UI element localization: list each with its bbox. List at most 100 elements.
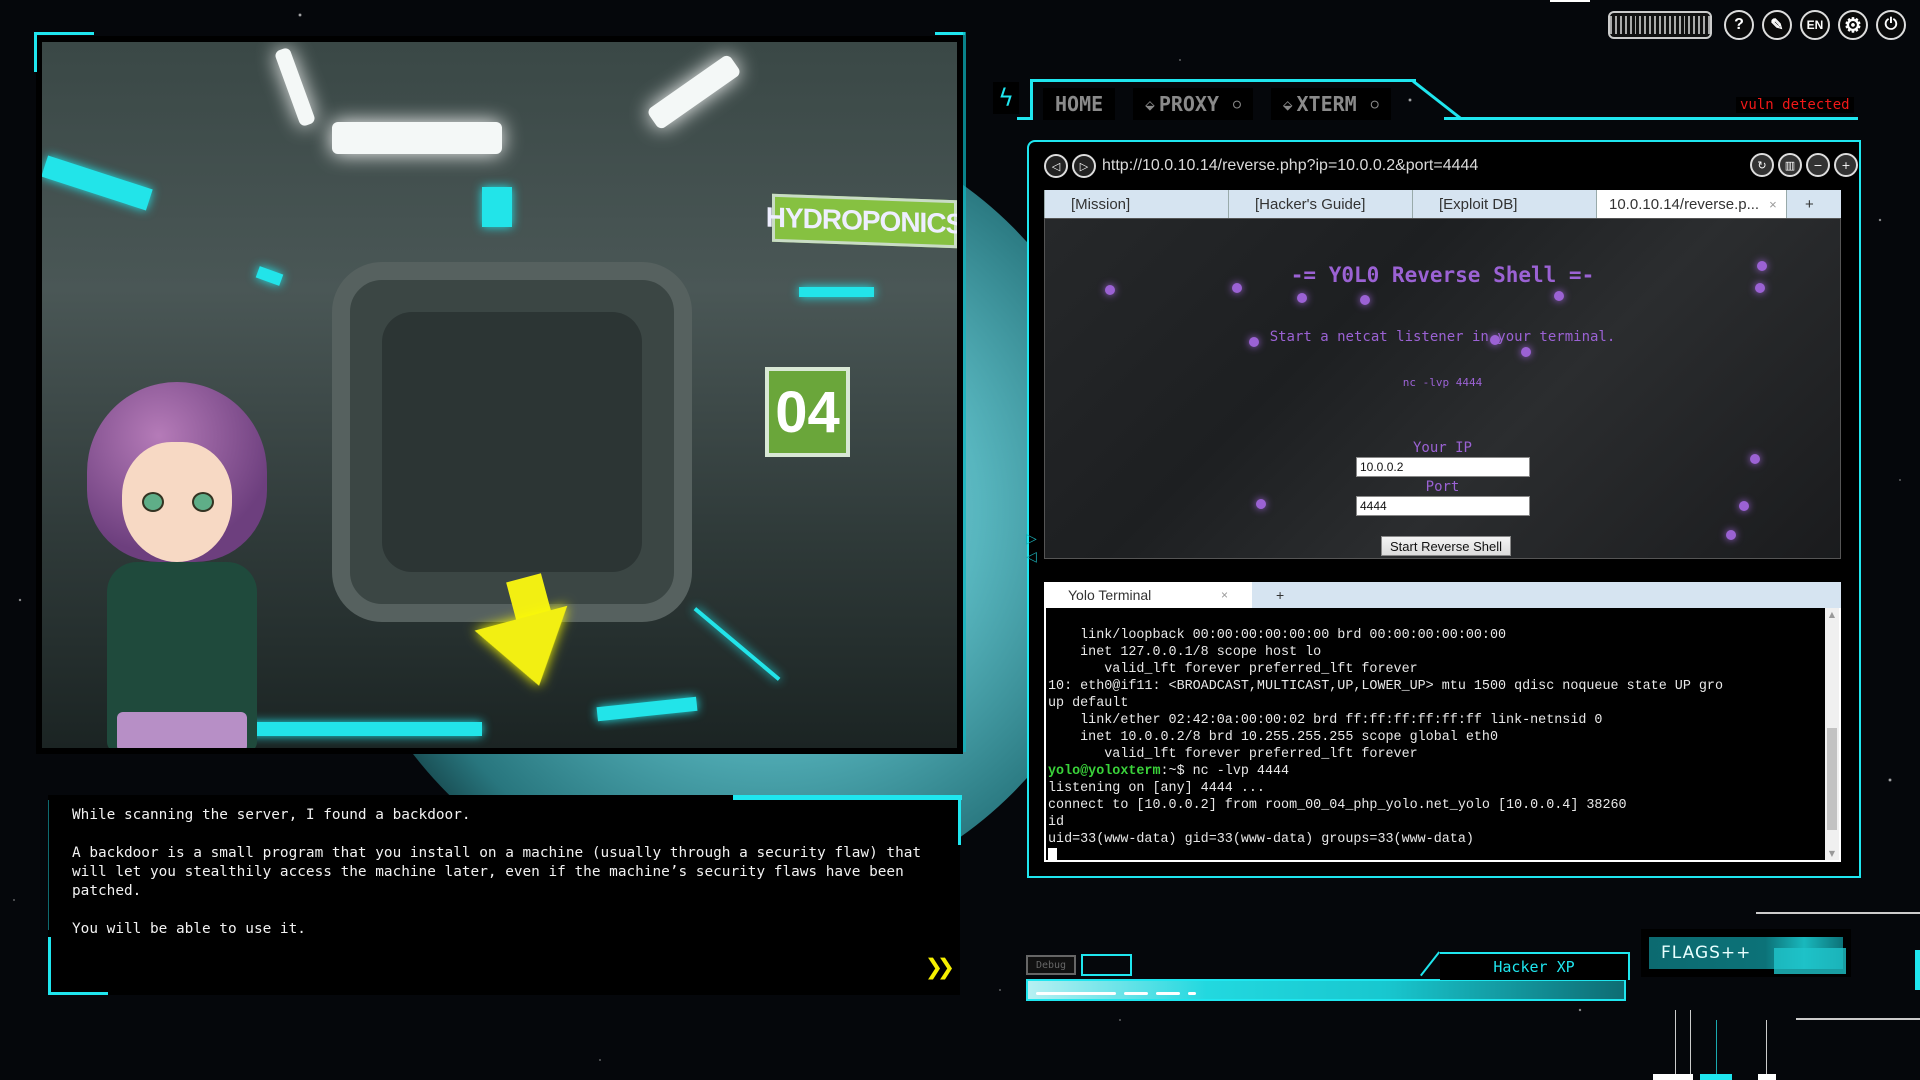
settings-icon[interactable]: ⚙ (1838, 10, 1868, 40)
ceiling-light (273, 46, 317, 128)
room-number-sign: 04 (765, 367, 850, 457)
port-label: Port (1425, 479, 1460, 495)
browser-tab-exploit-db[interactable]: [Exploit DB] (1412, 190, 1596, 218)
tab-proxy[interactable]: ⬙ PROXY ○ (1133, 88, 1253, 120)
door-inner (382, 312, 642, 572)
frame-accent (733, 795, 962, 800)
decor-dot (1739, 501, 1749, 511)
decor-dot (1360, 295, 1370, 305)
light-strip (482, 187, 512, 227)
help-icon[interactable]: ? (1724, 10, 1754, 40)
terminal-line: inet 127.0.0.1/8 scope host lo (1048, 645, 1322, 660)
page-command: nc -lvp 4444 (1402, 376, 1483, 389)
tab-home[interactable]: HOME (1043, 88, 1116, 120)
frame-accent (935, 32, 965, 35)
tab-xterm[interactable]: ⬙ XTERM ○ (1270, 88, 1391, 120)
circuit-decoration (1796, 1018, 1920, 1020)
panel-collapse-toggle[interactable]: ▷ ◁ (1026, 530, 1037, 566)
browser-tab-reverse-shell[interactable]: 10.0.10.14/reverse.p... × (1596, 190, 1786, 218)
circuit-decoration (1690, 1010, 1691, 1080)
close-icon[interactable]: × (1769, 197, 1777, 212)
page-title: -= Y0L0 Reverse Shell =- (1290, 263, 1595, 287)
terminal-line: up default (1048, 696, 1129, 711)
back-icon[interactable]: ◁ (1044, 154, 1068, 178)
scroll-down-icon[interactable]: ▼ (1825, 849, 1839, 858)
app-tabs: HOME ⬙ PROXY ○ ⬙ XTERM ○ (1043, 88, 1391, 120)
forward-icon[interactable]: ▷ (1072, 154, 1096, 178)
circuit-decoration (1550, 0, 1590, 2)
terminal-output: link/loopback 00:00:00:00:00:00 brd 00:0… (1048, 610, 1826, 860)
lightning-icon[interactable]: ϟ (993, 82, 1019, 114)
frame-accent (1444, 117, 1858, 120)
bug-report-icon[interactable]: ✎ (1762, 10, 1792, 40)
decor-dot (1521, 347, 1531, 357)
prompt-command: :~$ nc -lvp 4444 (1160, 764, 1290, 779)
new-tab-button[interactable]: + (1786, 190, 1836, 218)
tab-label: [Hacker's Guide] (1255, 195, 1366, 213)
new-terminal-tab-button[interactable]: + (1252, 582, 1308, 608)
tab-label: PROXY (1158, 92, 1220, 116)
terminal-scrollbar[interactable]: ▲ ▼ (1825, 608, 1839, 860)
prompt-user: yolo@yoloxterm (1048, 764, 1161, 779)
terminal-line: connect to [10.0.0.2] from room_00_04_ph… (1048, 798, 1627, 813)
circuit-decoration (1716, 1020, 1717, 1080)
tab-label: [Exploit DB] (1439, 195, 1518, 213)
guide-character-portrait (67, 382, 277, 748)
browser-tab-mission[interactable]: [Mission] (1044, 190, 1228, 218)
ceiling-light (646, 53, 742, 131)
terminal-line: link/ether 02:42:0a:00:00:02 brd ff:ff:f… (1048, 713, 1603, 728)
terminal-line: 10: eth0@if11: <BROADCAST,MULTICAST,UP,L… (1048, 679, 1723, 694)
port-field[interactable] (1356, 496, 1530, 516)
xterm-icon: ⬙ (1282, 94, 1293, 114)
frame-accent (1017, 117, 1033, 120)
browser-tab-hackers-guide[interactable]: [Hacker's Guide] (1228, 190, 1412, 218)
ip-label: Your IP (1412, 440, 1472, 456)
next-dialogue-icon[interactable]: ❯❯ (925, 950, 955, 985)
tab-label: [Mission] (1071, 195, 1131, 213)
floor-strip (596, 696, 698, 722)
frame-accent (1031, 79, 1416, 82)
system-bar: ? ✎ EN ⚙ ⏻ (1608, 10, 1906, 40)
ip-field[interactable] (1356, 457, 1530, 477)
close-icon[interactable]: × (1221, 588, 1228, 602)
terminal-line: listening on [any] 4444 ... (1048, 781, 1265, 796)
light-strip (799, 287, 874, 297)
reload-icon[interactable]: ↻ (1750, 153, 1774, 177)
hydroponics-sign: HYDROPONICS (766, 193, 957, 249)
circuit-decoration (1766, 1020, 1767, 1080)
circuit-decoration (1675, 1010, 1676, 1080)
circuit-decoration (1756, 912, 1920, 914)
start-reverse-shell-button[interactable]: Start Reverse Shell (1381, 536, 1511, 556)
circuit-decoration (1758, 1074, 1776, 1080)
refresh-icon[interactable]: ○ (1371, 97, 1379, 112)
terminal-line: uid=33(www-data) gid=33(www-data) groups… (1048, 832, 1474, 847)
frame-accent (1030, 79, 1033, 119)
floor-strip (693, 607, 781, 681)
scroll-up-icon[interactable]: ▲ (1825, 610, 1839, 619)
terminal-tabs: Yolo Terminal × + (1044, 582, 1841, 608)
light-strip (255, 266, 284, 286)
plus-icon: + (1805, 195, 1814, 213)
terminal[interactable]: link/loopback 00:00:00:00:00:00 brd 00:0… (1044, 608, 1841, 862)
page-instructions: Start a netcat listener in your terminal… (1269, 329, 1616, 345)
game-scene[interactable]: HYDROPONICS 04 (42, 42, 957, 748)
scrollbar-thumb[interactable] (1827, 728, 1837, 830)
terminal-tab-yolo[interactable]: Yolo Terminal × (1044, 582, 1252, 608)
xp-bar-markers (1036, 992, 1196, 995)
vuln-status: vuln detected (1736, 97, 1854, 113)
browser-tabs: [Mission] [Hacker's Guide] [Exploit DB] … (1044, 190, 1841, 218)
debug-button[interactable]: Debug (1026, 955, 1076, 975)
hacker-xp-label: Hacker XP (1440, 952, 1630, 980)
decor-dot (1297, 293, 1307, 303)
language-button[interactable]: EN (1800, 10, 1830, 40)
zoom-out-icon[interactable]: − (1806, 153, 1830, 177)
refresh-icon[interactable]: ○ (1233, 97, 1241, 112)
zoom-in-icon[interactable]: + (1834, 153, 1858, 177)
tab-label: 10.0.10.14/reverse.p... (1609, 195, 1760, 213)
power-icon[interactable]: ⏻ (1876, 10, 1906, 40)
url-input[interactable]: http://10.0.10.14/reverse.php?ip=10.0.0.… (1102, 157, 1478, 175)
signal-meter (1608, 11, 1712, 39)
bookmarks-icon[interactable]: ▥ (1778, 153, 1802, 177)
dialogue-paragraph: A backdoor is a small program that you i… (72, 845, 930, 899)
terminal-prompt-line: yolo@yoloxterm:~$ nc -lvp 4444 (1048, 763, 1826, 780)
